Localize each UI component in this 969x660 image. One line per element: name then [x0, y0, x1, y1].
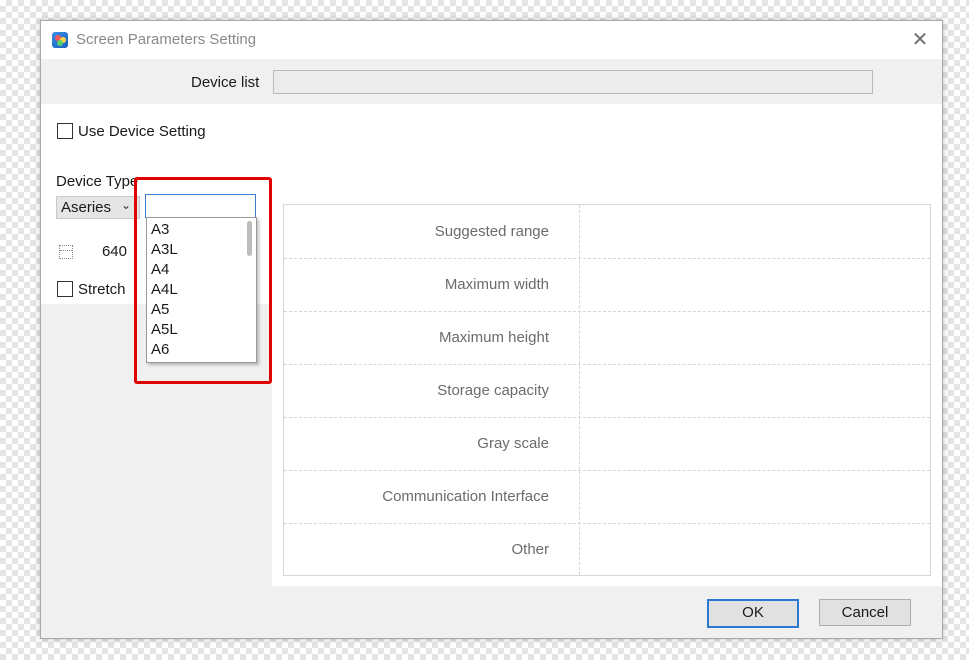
device-list-field[interactable]: [273, 70, 873, 94]
use-device-setting-checkbox[interactable]: [57, 123, 73, 139]
row-label: Maximum width: [444, 276, 549, 293]
dialog-window: Screen Parameters Setting ✕ Device list …: [40, 20, 943, 639]
table-row: Communication Interface: [284, 470, 930, 524]
window-title: Screen Parameters Setting: [76, 31, 257, 48]
width-input[interactable]: 640: [77, 240, 131, 262]
row-label: Maximum height: [438, 329, 549, 346]
stretch-label: Stretch: [78, 281, 126, 298]
highlight-box: [134, 177, 272, 384]
size-lock-icon[interactable]: [59, 245, 73, 259]
ok-button[interactable]: OK: [707, 599, 799, 628]
parameters-table: Suggested range Maximum width Maximum he…: [283, 204, 931, 576]
row-label: Storage capacity: [437, 382, 549, 399]
stretch-checkbox[interactable]: [57, 281, 73, 297]
series-select[interactable]: Aseries ⌄: [56, 196, 140, 219]
table-row: Storage capacity: [284, 364, 930, 418]
table-row: Maximum width: [284, 258, 930, 312]
title-bar: Screen Parameters Setting ✕: [41, 21, 942, 59]
table-row: Maximum height: [284, 311, 930, 365]
row-label: Communication Interface: [382, 488, 549, 505]
use-device-setting-label: Use Device Setting: [78, 123, 206, 140]
table-row: Suggested range: [284, 205, 930, 259]
row-label: Suggested range: [434, 223, 549, 240]
width-value: 640: [101, 243, 127, 260]
table-row: Gray scale: [284, 417, 930, 471]
cancel-button[interactable]: Cancel: [819, 599, 911, 626]
device-type-label: Device Type: [56, 173, 139, 190]
row-label: Gray scale: [477, 435, 549, 452]
device-list-label: Device list: [191, 74, 260, 91]
app-icon: [52, 32, 68, 48]
chevron-down-icon: ⌄: [121, 198, 132, 212]
close-icon[interactable]: ✕: [909, 29, 931, 51]
table-row: Other: [284, 523, 930, 576]
row-label: Other: [511, 541, 549, 558]
series-select-value: Aseries: [61, 199, 112, 216]
